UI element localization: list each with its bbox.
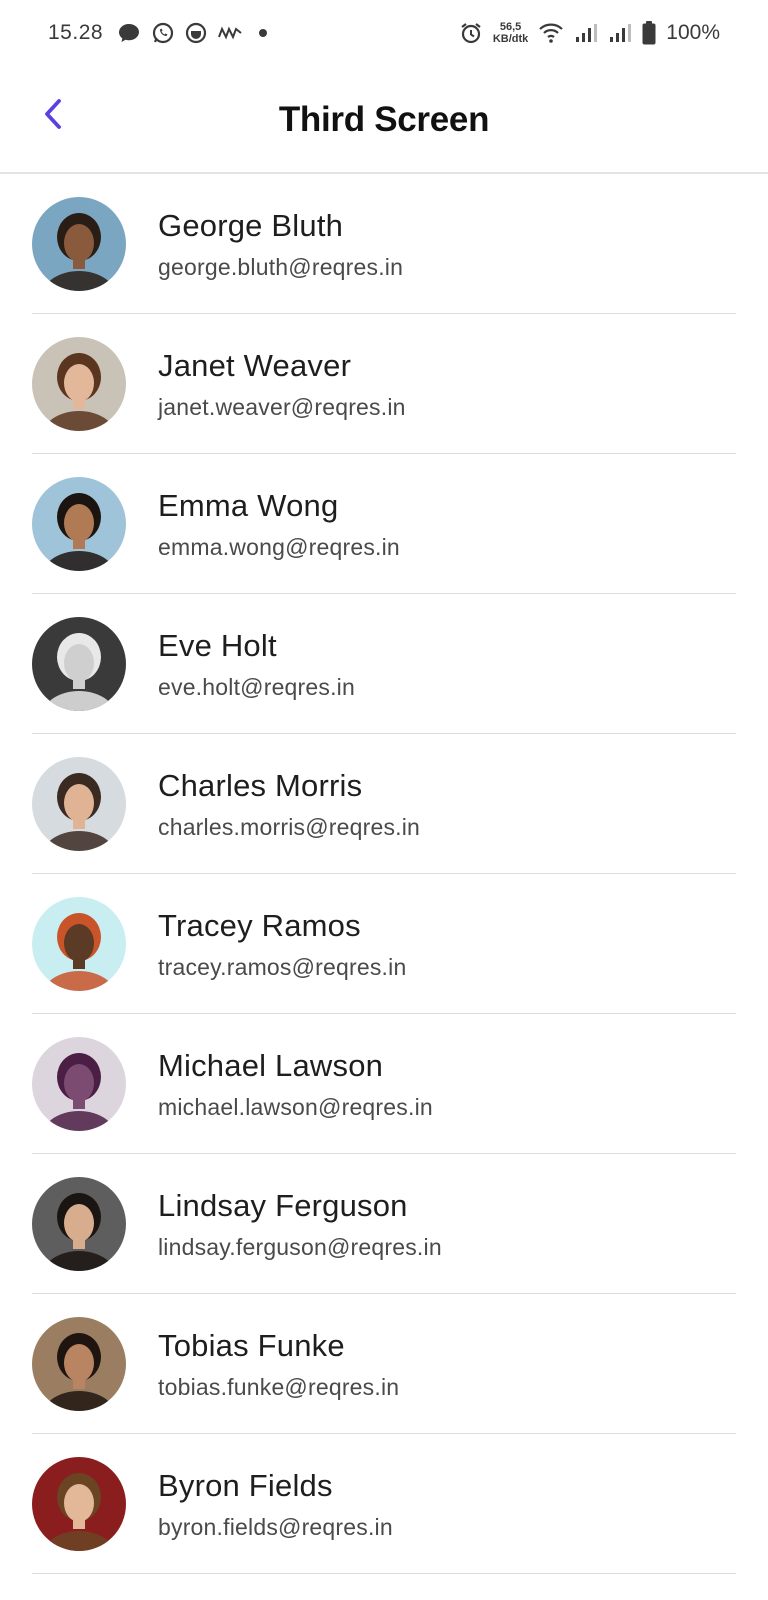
page-title: Third Screen	[278, 100, 490, 139]
user-name: Michael Lawson	[158, 1048, 384, 1083]
avatar	[32, 477, 126, 571]
user-email: george.bluth@reqres.in	[158, 254, 404, 280]
list-item[interactable]: Lindsay Ferguson lindsay.ferguson@reqres…	[32, 1154, 736, 1294]
user-email: charles.morris@reqres.in	[158, 814, 421, 840]
list-item[interactable]: Janet Weaver janet.weaver@reqres.in	[32, 314, 736, 454]
user-name: Janet Weaver	[158, 348, 352, 383]
user-email: emma.wong@reqres.in	[158, 534, 400, 560]
avatar	[32, 757, 126, 851]
avatar	[32, 1317, 126, 1411]
user-email: byron.fields@reqres.in	[158, 1514, 393, 1540]
avatar	[32, 617, 126, 711]
list-item[interactable]: Tobias Funke tobias.funke@reqres.in	[32, 1294, 736, 1434]
avatar	[32, 897, 126, 991]
user-email: janet.weaver@reqres.in	[158, 394, 406, 420]
signal-icon	[574, 22, 598, 44]
user-list: George Bluth george.bluth@reqres.in Jane…	[0, 174, 768, 1574]
chat-icon	[117, 22, 141, 44]
list-item[interactable]: Michael Lawson michael.lawson@reqres.in	[32, 1014, 736, 1154]
user-email: lindsay.ferguson@reqres.in	[158, 1234, 442, 1260]
user-name: Byron Fields	[158, 1468, 333, 1503]
user-name: Emma Wong	[158, 488, 339, 523]
whatsapp-icon	[151, 21, 175, 45]
avatar-portrait	[32, 337, 126, 431]
status-bar: 15.28 56,5 KB/dtk 100%	[0, 0, 768, 66]
avatar	[32, 197, 126, 291]
user-name: Lindsay Ferguson	[158, 1188, 408, 1223]
avatar	[32, 1457, 126, 1551]
list-item[interactable]: Byron Fields byron.fields@reqres.in	[32, 1434, 736, 1574]
avatar	[32, 1037, 126, 1131]
avatar-portrait	[32, 1457, 126, 1551]
uno-icon	[217, 25, 243, 41]
user-name: Eve Holt	[158, 628, 277, 663]
net-speed: 56,5 KB/dtk	[493, 21, 528, 45]
avatar-portrait	[32, 1037, 126, 1131]
net-speed-unit: KB/dtk	[492, 33, 529, 45]
battery-percentage: 100%	[666, 21, 720, 44]
user-email: tracey.ramos@reqres.in	[158, 954, 407, 980]
user-name: Charles Morris	[158, 768, 363, 803]
list-item[interactable]: Emma Wong emma.wong@reqres.in	[32, 454, 736, 594]
avatar-portrait	[32, 1177, 126, 1271]
user-email: eve.holt@reqres.in	[158, 674, 355, 700]
avatar	[32, 337, 126, 431]
dot-icon	[253, 23, 273, 43]
app-bar: Third Screen	[0, 66, 768, 174]
list-item[interactable]: George Bluth george.bluth@reqres.in	[32, 174, 736, 314]
user-email: michael.lawson@reqres.in	[158, 1094, 433, 1120]
user-email: tobias.funke@reqres.in	[158, 1374, 400, 1400]
status-bar-left: 15.28	[48, 21, 273, 45]
avatar-portrait	[32, 617, 126, 711]
wifi-icon	[538, 22, 564, 44]
user-name: Tobias Funke	[158, 1328, 345, 1363]
signal-icon	[608, 22, 632, 44]
avatar-portrait	[32, 477, 126, 571]
list-item[interactable]: Eve Holt eve.holt@reqres.in	[32, 594, 736, 734]
user-name: George Bluth	[158, 208, 344, 243]
battery-icon	[642, 21, 656, 45]
avatar	[32, 1177, 126, 1271]
status-time: 15.28	[48, 21, 104, 44]
avatar-portrait	[32, 757, 126, 851]
avatar-portrait	[32, 197, 126, 291]
status-bar-right: 56,5 KB/dtk 100%	[459, 21, 720, 45]
net-speed-value: 56,5	[499, 21, 522, 33]
list-item[interactable]: Charles Morris charles.morris@reqres.in	[32, 734, 736, 874]
user-name: Tracey Ramos	[158, 908, 361, 943]
app-icon	[185, 22, 207, 44]
avatar-portrait	[32, 1317, 126, 1411]
alarm-icon	[459, 21, 483, 45]
avatar-portrait	[32, 897, 126, 991]
list-item[interactable]: Tracey Ramos tracey.ramos@reqres.in	[32, 874, 736, 1014]
